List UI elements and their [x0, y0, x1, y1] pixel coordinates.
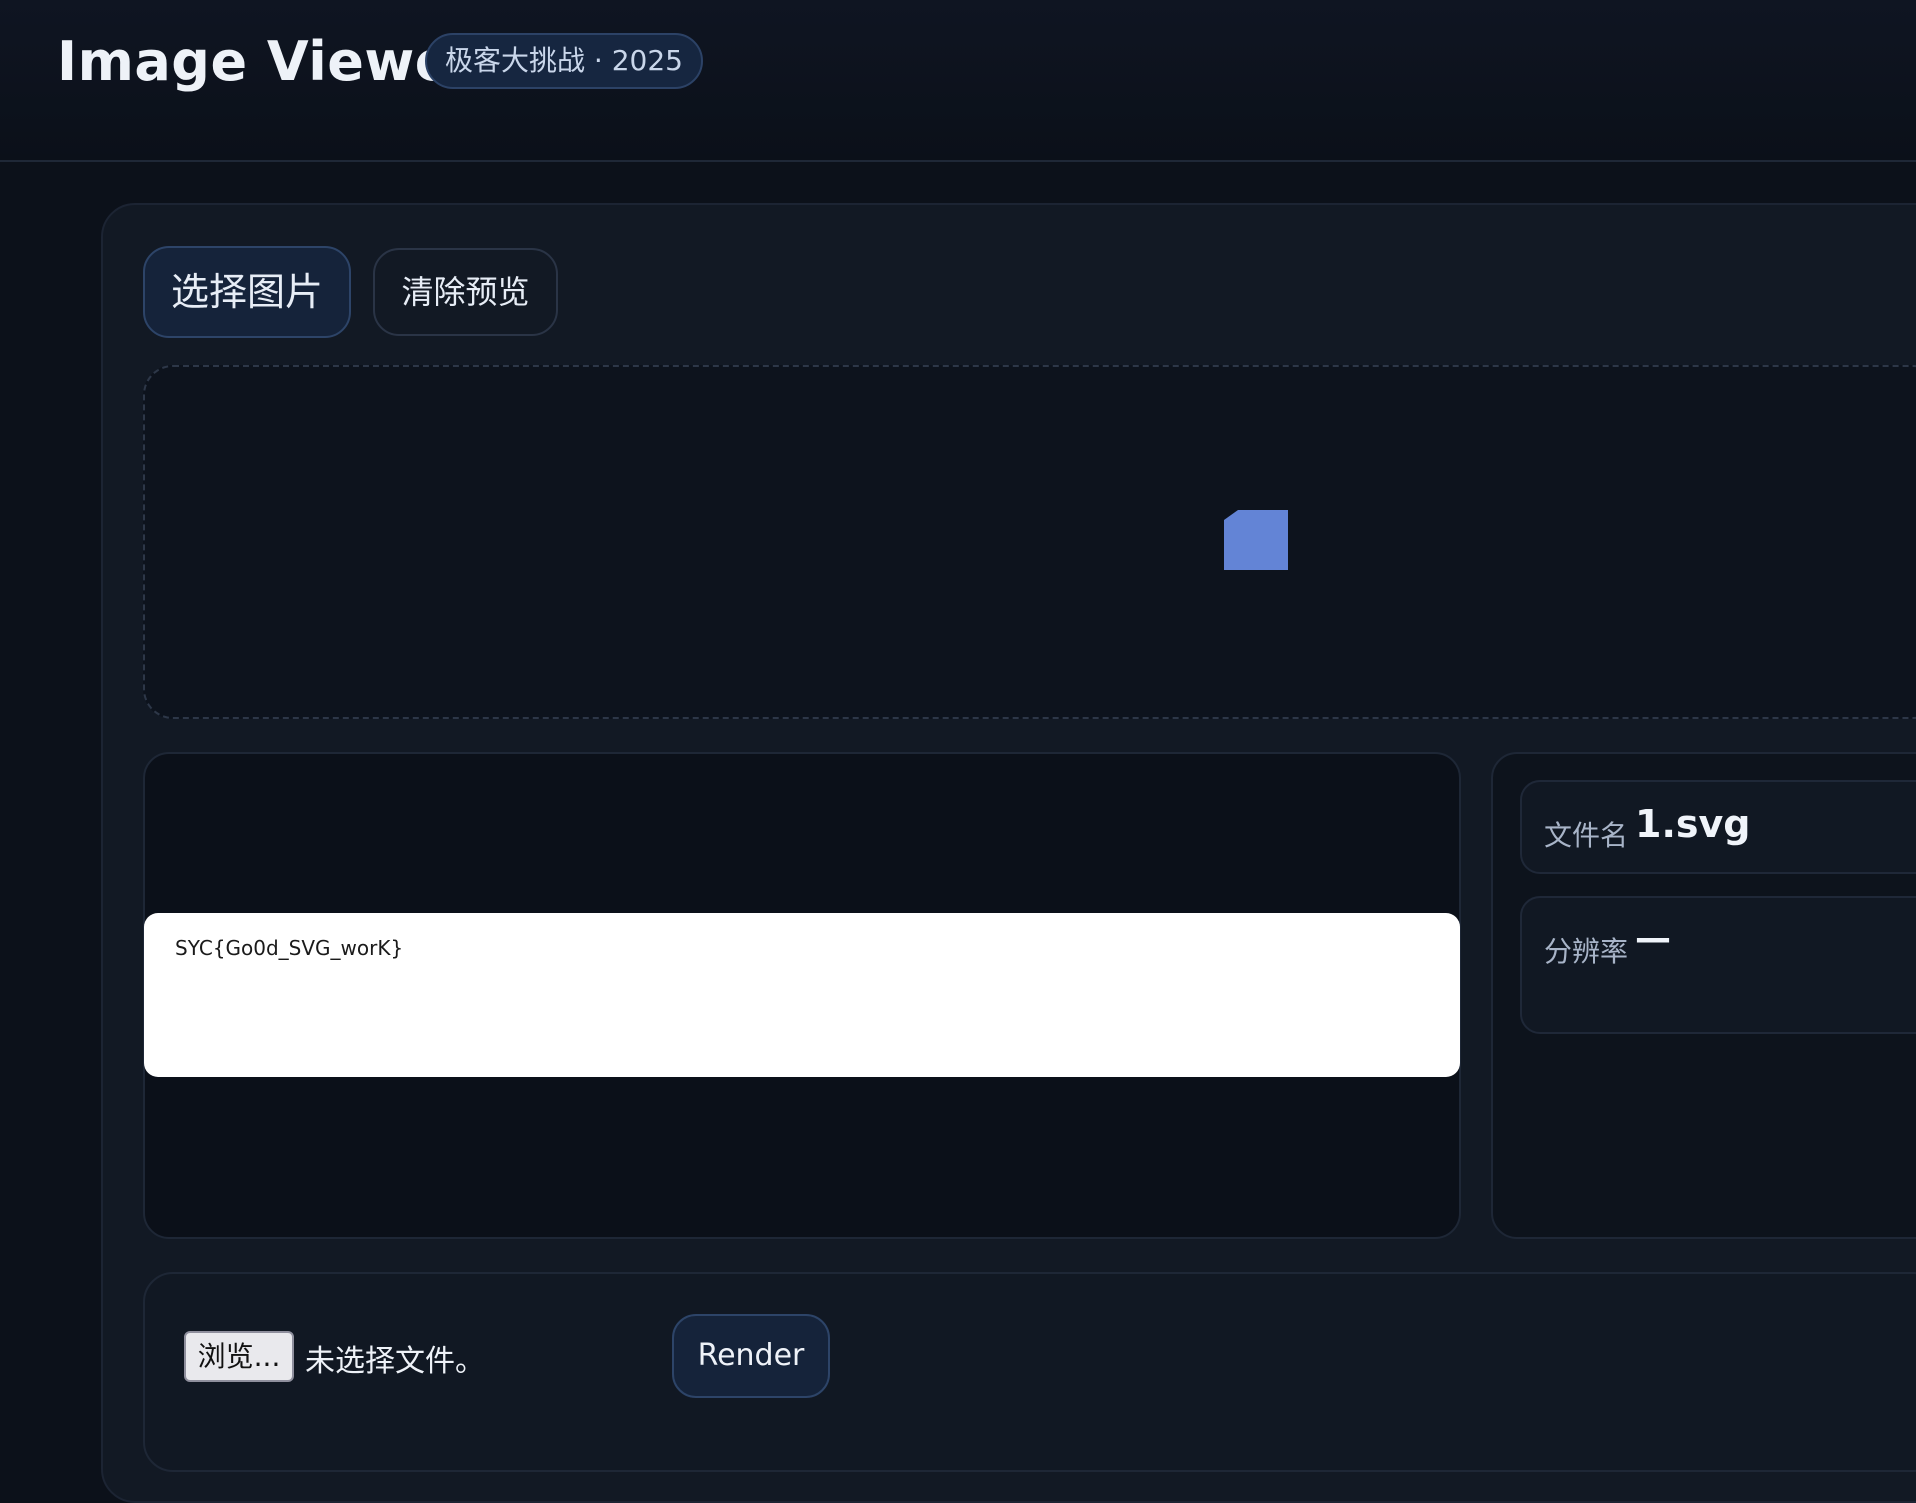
event-badge: 极客大挑战 · 2025	[425, 33, 703, 89]
render-output-text: SYC{Go0d_SVG_worK}	[175, 936, 404, 960]
filename-value: 1.svg	[1635, 802, 1751, 846]
render-button[interactable]: Render	[672, 1314, 830, 1398]
file-status-text: 未选择文件。	[305, 1344, 485, 1379]
browse-button[interactable]: 浏览...	[184, 1331, 294, 1382]
image-icon	[1224, 510, 1288, 570]
image-preview-area[interactable]	[143, 365, 1916, 719]
resolution-value: —	[1635, 918, 1671, 959]
resolution-label: 分辨率	[1544, 935, 1629, 968]
filename-label: 文件名	[1544, 819, 1629, 852]
app-title: Image Viewer	[57, 30, 479, 93]
select-image-button[interactable]: 选择图片	[143, 246, 351, 338]
clear-preview-button[interactable]: 清除预览	[373, 248, 558, 336]
